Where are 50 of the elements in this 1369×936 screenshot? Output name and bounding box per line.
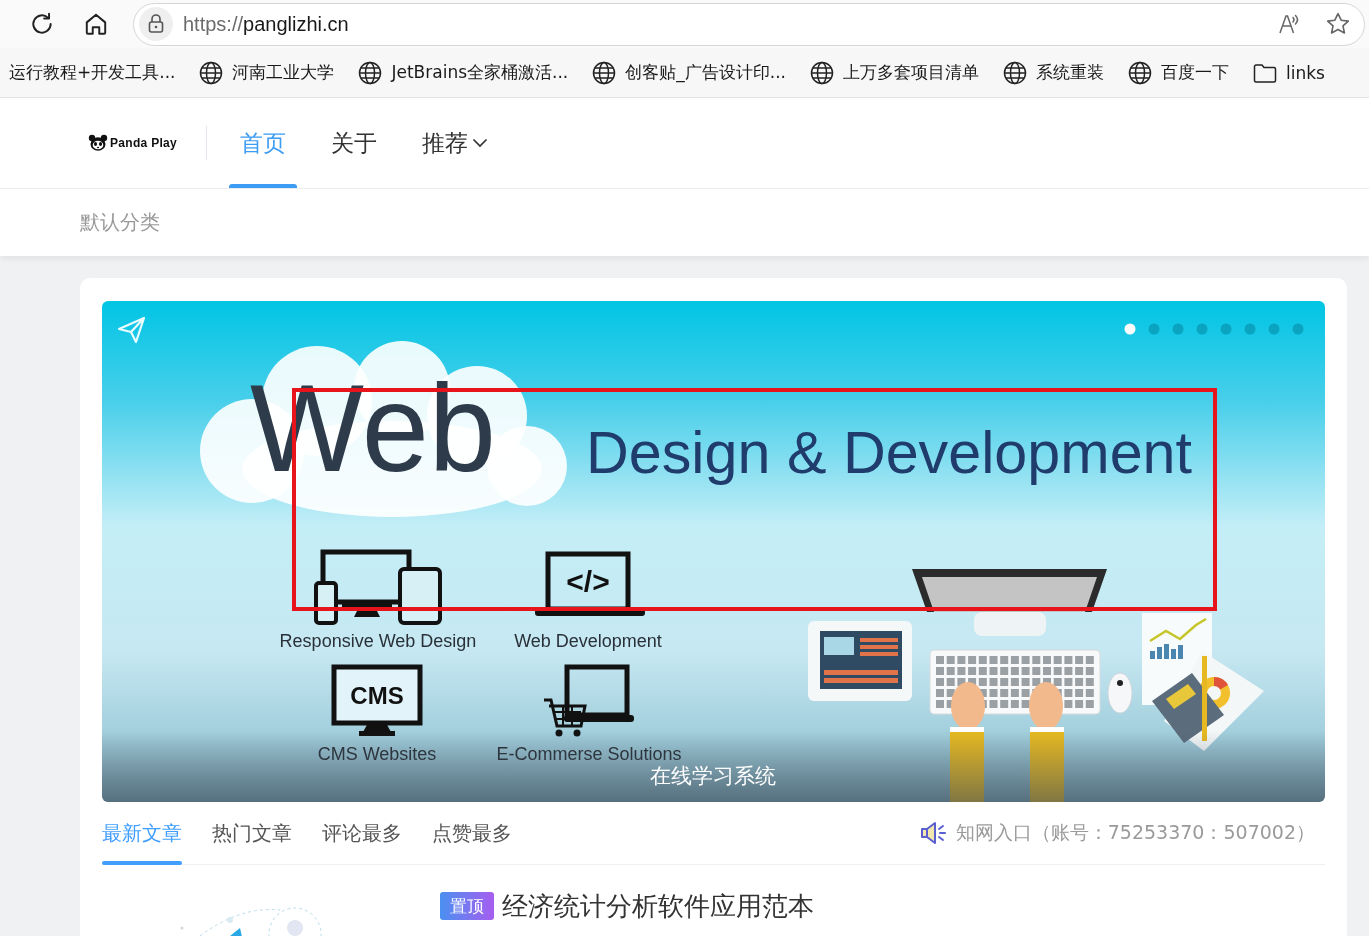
panda-logo-icon — [88, 134, 108, 152]
lock-icon — [139, 7, 173, 41]
globe-icon — [358, 60, 383, 85]
feature-label: Responsive Web Design — [279, 631, 477, 651]
pinned-badge: 置顶 — [440, 892, 494, 920]
banner-subheading: Design & Development — [586, 419, 1200, 486]
globe-icon — [1127, 60, 1152, 85]
bookmark-item[interactable]: 百度一下 — [1127, 55, 1229, 90]
url-text: https://panglizhi.cn — [183, 12, 349, 36]
carousel-dot[interactable] — [1148, 323, 1160, 335]
bookmark-item[interactable]: 系统重装 — [1002, 55, 1104, 90]
bookmark-item[interactable]: 运行教程+开发工具... — [9, 55, 176, 90]
nav-tab[interactable]: 推荐 — [411, 98, 500, 188]
feature-label: E-Commerse Solutions — [496, 744, 682, 764]
article-tab[interactable]: 评论最多 — [322, 802, 402, 864]
site-logo[interactable]: Panda Play — [88, 98, 178, 188]
post-title[interactable]: 经济统计分析软件应用范本 — [502, 888, 814, 924]
globe-icon — [1002, 60, 1027, 85]
globe-icon — [592, 60, 617, 85]
globe-icon — [809, 60, 834, 85]
paper-plane-icon[interactable] — [117, 316, 146, 344]
bookmark-item[interactable]: 创客贴_广告设计印... — [592, 55, 786, 90]
carousel-dot[interactable] — [1124, 323, 1136, 335]
home-icon — [83, 11, 109, 37]
carousel-dot[interactable] — [1172, 323, 1184, 335]
bookmark-item[interactable]: 上万多套项目清单 — [809, 55, 979, 90]
laptop-icon — [535, 551, 645, 616]
carousel-dot[interactable] — [1220, 323, 1232, 335]
refresh-icon — [29, 11, 55, 37]
address-bar[interactable]: https://panglizhi.cn — [133, 2, 1365, 46]
feature-label: Web Development — [514, 631, 662, 651]
code-symbol-text: </> — [566, 565, 610, 598]
bookmark-item[interactable]: links — [1252, 55, 1325, 90]
slide-caption: 在线学习系统 — [650, 764, 776, 787]
mouse-drawing — [1107, 672, 1133, 714]
carousel-dot[interactable] — [1268, 323, 1280, 335]
carousel-dot[interactable] — [1196, 323, 1208, 335]
nav-tab[interactable]: 关于 — [320, 98, 389, 188]
cms-text: CMS — [350, 682, 404, 709]
article-tab[interactable]: 点赞最多 — [432, 802, 512, 864]
favorite-star-icon[interactable] — [1325, 11, 1351, 37]
carousel-dot[interactable] — [1292, 323, 1304, 335]
feature-label: CMS Websites — [317, 744, 437, 764]
devices-icon — [314, 549, 442, 625]
bookmark-item[interactable]: 河南工业大学 — [199, 55, 335, 90]
article-tab[interactable]: 热门文章 — [212, 802, 292, 864]
bookmark-item[interactable]: JetBrains全家桶激活... — [358, 55, 569, 90]
speaker-icon — [919, 821, 948, 845]
carousel-dot[interactable] — [1244, 323, 1256, 335]
globe-icon — [199, 60, 224, 85]
